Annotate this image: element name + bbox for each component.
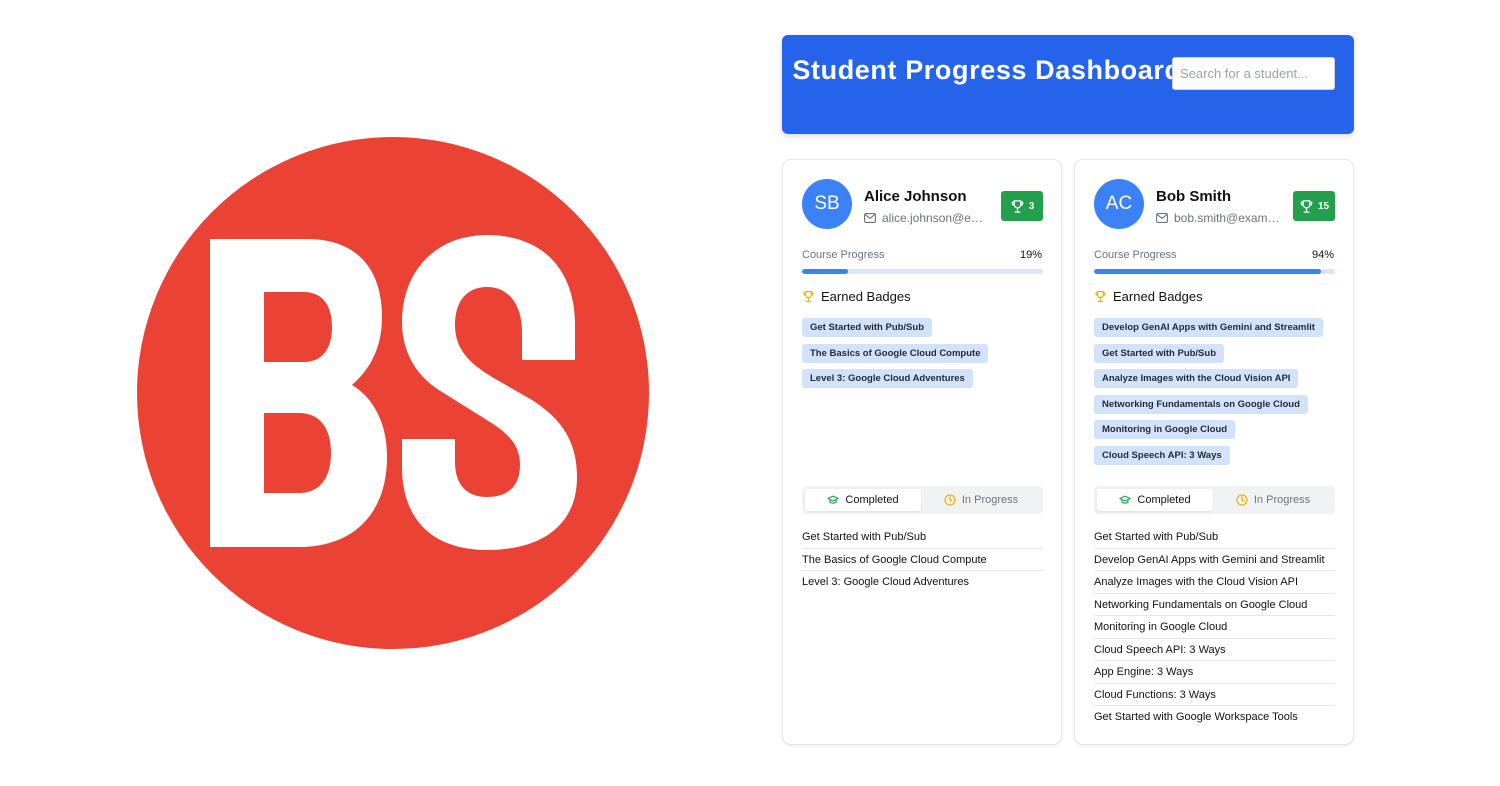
tab-completed-label: Completed bbox=[1137, 494, 1191, 506]
progress-percent: 19% bbox=[1019, 249, 1042, 261]
avatar: AC bbox=[1094, 179, 1144, 229]
list-item: Get Started with Pub/Sub bbox=[1094, 526, 1335, 549]
student-card: SB Alice Johnson alice.johnson@example.c… bbox=[782, 159, 1062, 745]
progress-fill bbox=[1094, 269, 1321, 274]
student-email: bob.smith@example.com bbox=[1174, 211, 1280, 225]
badge-chip: Analyze Images with the Cloud Vision API bbox=[1094, 369, 1299, 388]
progress-label: Course Progress bbox=[802, 249, 885, 261]
bs-logo-letters bbox=[210, 235, 577, 550]
list-item: Networking Fundamentals on Google Cloud bbox=[1094, 594, 1335, 616]
list-item: The Basics of Google Cloud Compute bbox=[802, 549, 1043, 571]
tab-completed[interactable]: Completed bbox=[805, 489, 921, 511]
badge-count: 15 bbox=[1293, 191, 1335, 221]
completed-list: Get Started with Pub/Sub The Basics of G… bbox=[802, 526, 1043, 594]
badge-chip: Get Started with Pub/Sub bbox=[802, 318, 933, 337]
trophy-icon bbox=[1300, 199, 1313, 213]
avatar: SB bbox=[802, 179, 852, 229]
badge-chip: Cloud Speech API: 3 Ways bbox=[1094, 445, 1230, 465]
badge-chip: Develop GenAI Apps with Gemini and Strea… bbox=[1094, 318, 1323, 337]
progress-percent: 94% bbox=[1311, 249, 1334, 261]
list-item: Cloud Functions: 3 Ways bbox=[1094, 684, 1335, 706]
student-name: Alice Johnson bbox=[864, 188, 967, 205]
badge-chip: Level 3: Google Cloud Adventures bbox=[802, 369, 973, 388]
list-item: Get Started with Google Workspace Tools bbox=[1094, 711, 1298, 723]
search-input[interactable] bbox=[1172, 57, 1335, 90]
status-tabs: Completed In Progress bbox=[802, 486, 1043, 514]
clock-icon bbox=[1236, 494, 1248, 506]
earned-badges-label: Earned Badges bbox=[1113, 289, 1203, 304]
clock-icon bbox=[944, 494, 956, 506]
badge-chips: Develop GenAI Apps with Gemini and Strea… bbox=[1094, 318, 1336, 471]
list-item: Level 3: Google Cloud Adventures bbox=[802, 576, 969, 588]
dashboard-header: Student Progress Dashboard bbox=[782, 35, 1354, 134]
list-item: Analyze Images with the Cloud Vision API bbox=[1094, 571, 1335, 594]
mail-icon bbox=[864, 213, 876, 223]
status-tabs: Completed In Progress bbox=[1094, 486, 1335, 514]
badge-count-value: 15 bbox=[1317, 200, 1330, 212]
student-name: Bob Smith bbox=[1156, 188, 1231, 205]
trophy-icon bbox=[1095, 291, 1106, 302]
badge-chip: Networking Fundamentals on Google Cloud bbox=[1094, 394, 1308, 414]
student-card: AC Bob Smith bob.smith@example.com 15 Co… bbox=[1074, 159, 1354, 745]
dashboard-app: Student Progress Dashboard SB Alice John… bbox=[782, 35, 1354, 745]
badge-chip: Monitoring in Google Cloud bbox=[1094, 420, 1236, 439]
tab-in-progress-label: In Progress bbox=[1253, 494, 1311, 506]
tab-in-progress-label: In Progress bbox=[961, 494, 1019, 506]
graduation-cap-icon bbox=[1119, 495, 1132, 504]
student-email: alice.johnson@example.com bbox=[882, 211, 988, 225]
email-row: alice.johnson@example.com bbox=[864, 211, 988, 225]
progress-label: Course Progress bbox=[1094, 249, 1177, 261]
tab-in-progress[interactable]: In Progress bbox=[1215, 489, 1331, 511]
bs-logo bbox=[137, 137, 649, 649]
progress-fill bbox=[802, 269, 848, 274]
trophy-icon bbox=[803, 291, 814, 302]
list-item: Develop GenAI Apps with Gemini and Strea… bbox=[1094, 549, 1335, 571]
email-row: bob.smith@example.com bbox=[1156, 211, 1280, 225]
list-item: Get Started with Pub/Sub bbox=[802, 526, 1043, 549]
graduation-cap-icon bbox=[827, 495, 840, 504]
earned-badges-heading: Earned Badges bbox=[1094, 289, 1203, 304]
list-item: Monitoring in Google Cloud bbox=[1094, 616, 1335, 639]
badge-chip: The Basics of Google Cloud Compute bbox=[802, 343, 989, 363]
list-item: Cloud Speech API: 3 Ways bbox=[1094, 639, 1335, 661]
badge-count: 3 bbox=[1001, 191, 1043, 221]
earned-badges-heading: Earned Badges bbox=[802, 289, 911, 304]
completed-list: Get Started with Pub/Sub Develop GenAI A… bbox=[1094, 526, 1335, 729]
list-item: App Engine: 3 Ways bbox=[1094, 661, 1335, 684]
tab-completed[interactable]: Completed bbox=[1097, 489, 1213, 511]
page-title: Student Progress Dashboard bbox=[792, 55, 1182, 85]
badge-chip: Get Started with Pub/Sub bbox=[1094, 343, 1225, 363]
progress-bar bbox=[802, 269, 1043, 274]
trophy-icon bbox=[1011, 199, 1024, 213]
earned-badges-label: Earned Badges bbox=[821, 289, 911, 304]
badge-chips: Get Started with Pub/Sub The Basics of G… bbox=[802, 318, 1044, 395]
mail-icon bbox=[1156, 213, 1168, 223]
progress-bar bbox=[1094, 269, 1335, 274]
tab-completed-label: Completed bbox=[845, 494, 899, 506]
badge-count-value: 3 bbox=[1028, 200, 1035, 212]
tab-in-progress[interactable]: In Progress bbox=[923, 489, 1039, 511]
